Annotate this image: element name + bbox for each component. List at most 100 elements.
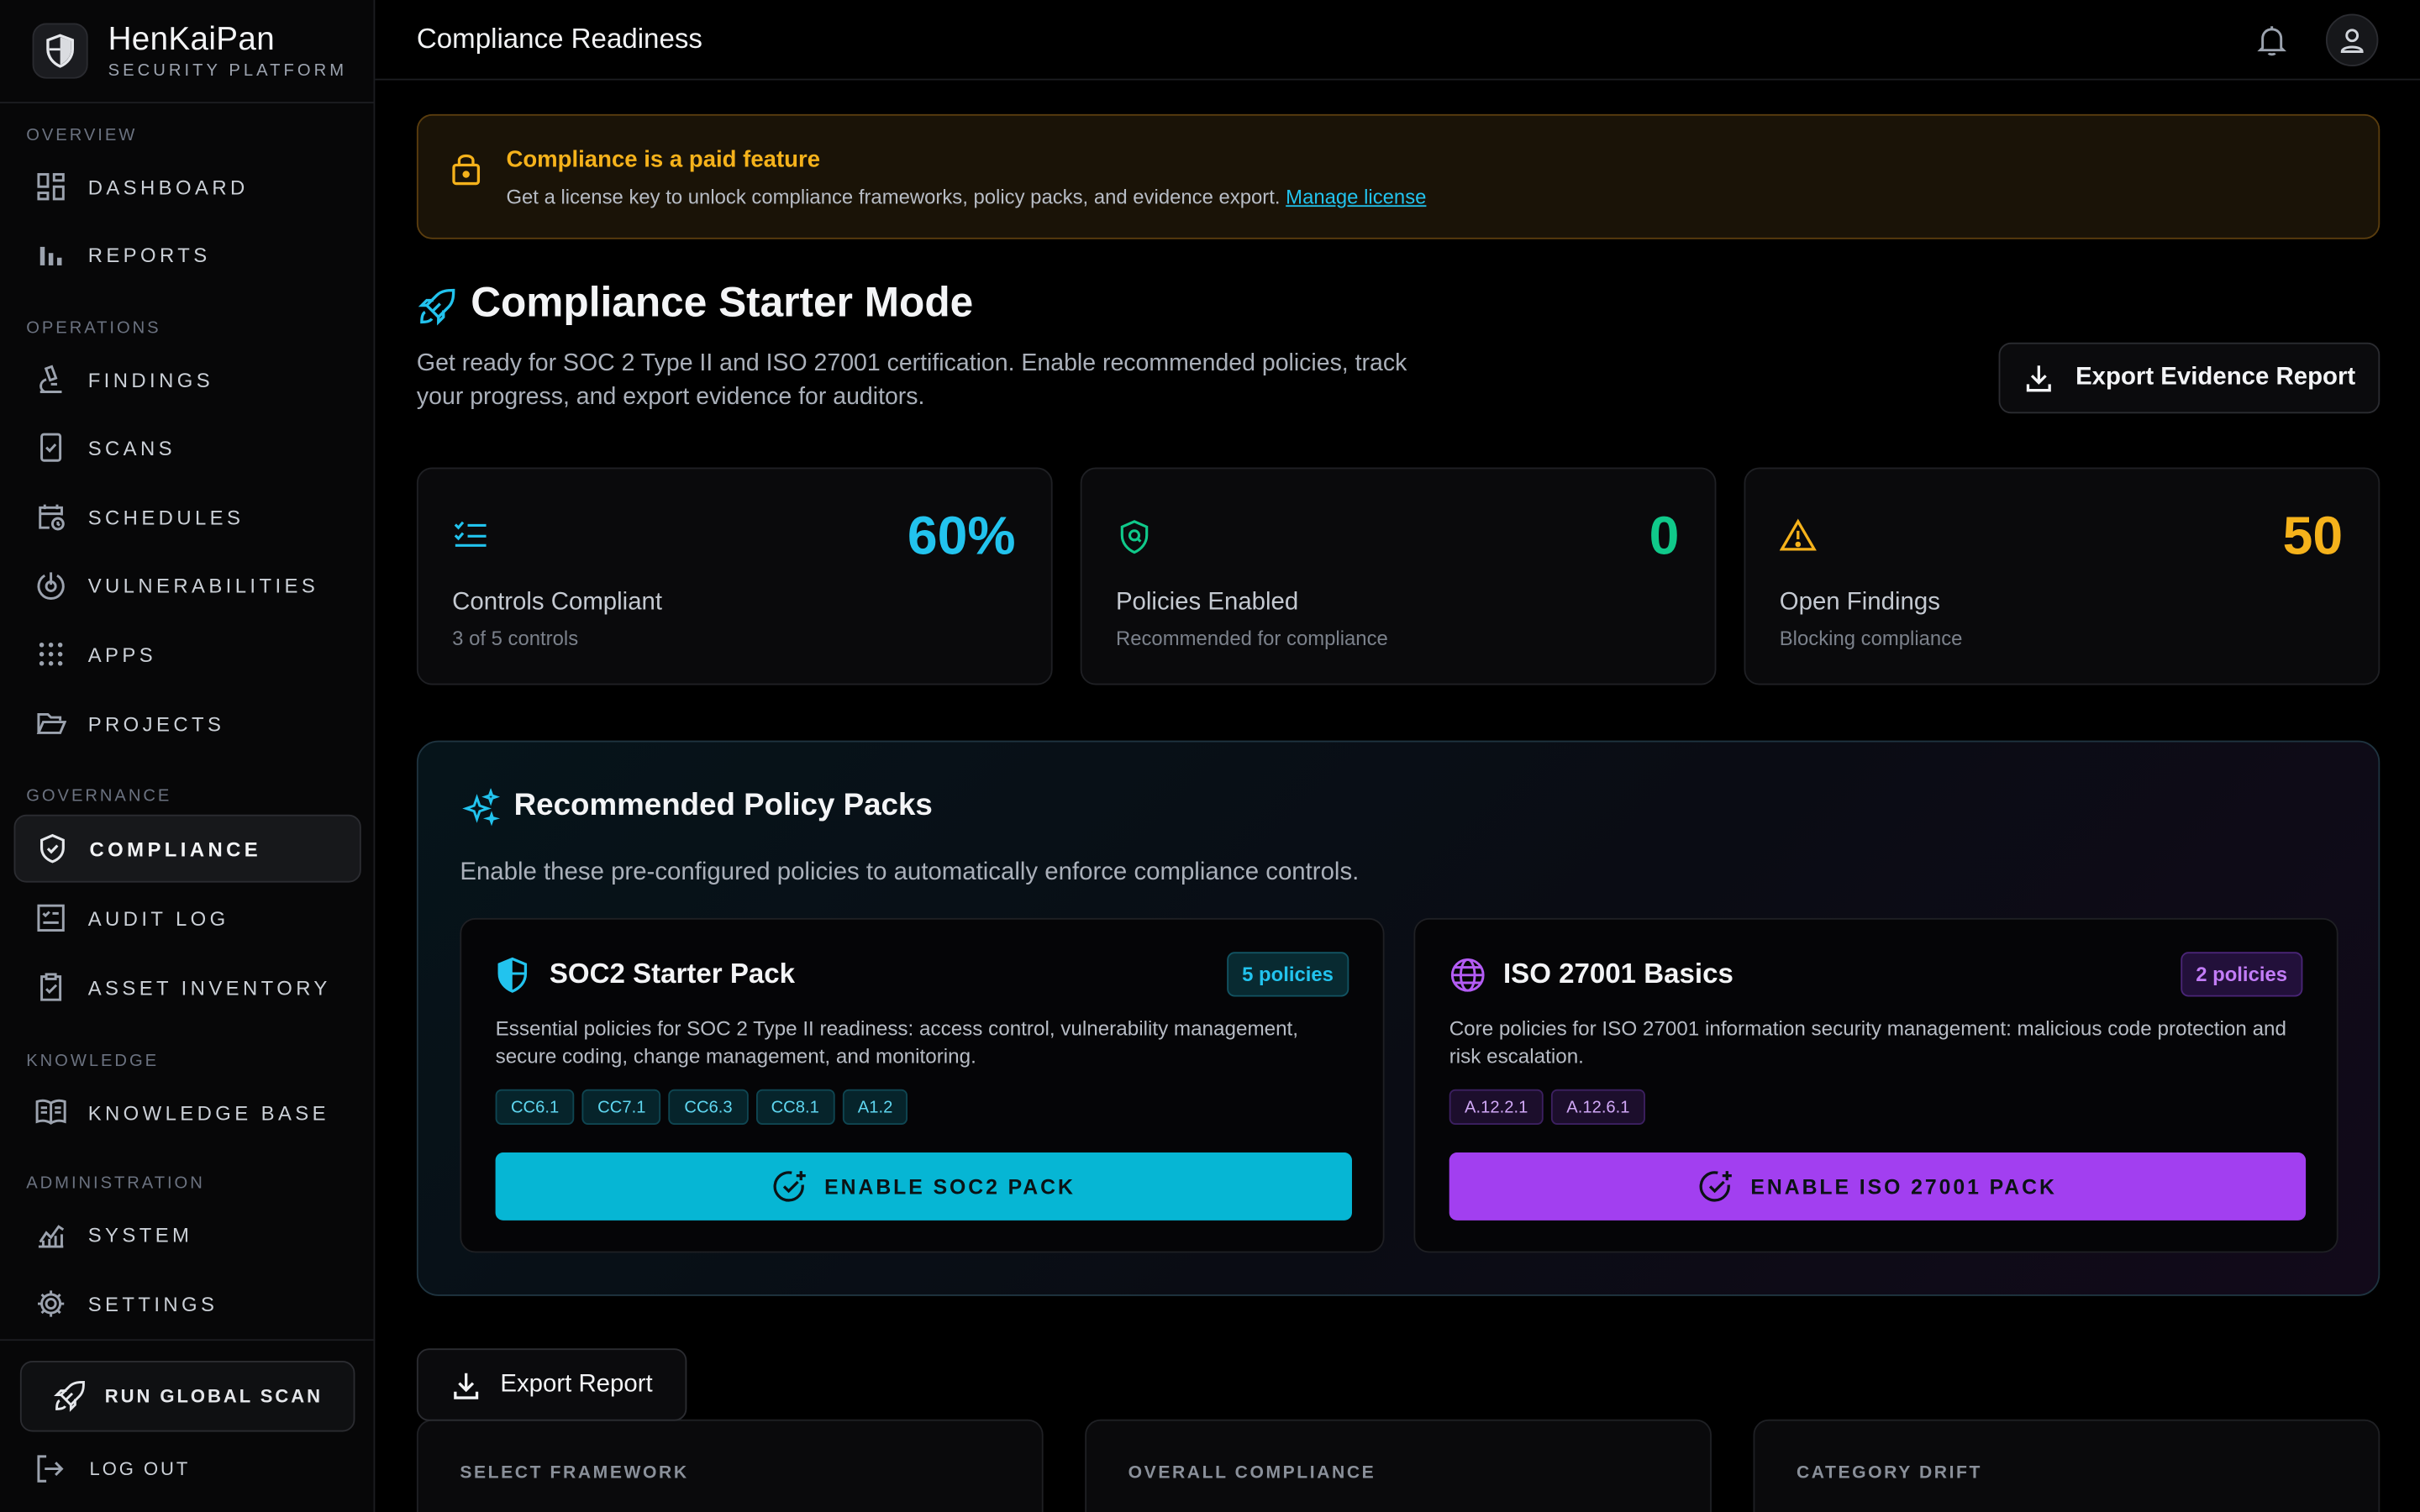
checklist-icon [33, 900, 70, 937]
sidebar-item-scans[interactable]: SCANS [14, 413, 361, 481]
control-tag: CC7.1 [581, 1089, 661, 1125]
sidebar-item-label: PROJECTS [87, 711, 225, 736]
stat-card-policies: 0 Policies Enabled Recommended for compl… [1080, 467, 1717, 685]
nav-section-administration: ADMINISTRATION [26, 1173, 205, 1193]
policy-packs-panel: Recommended Policy Packs Enable these pr… [416, 740, 2381, 1296]
stat-label: Open Findings [1779, 589, 1940, 616]
radar-icon [33, 566, 70, 603]
export-report-button[interactable]: Export Report [416, 1348, 687, 1421]
export-evidence-button[interactable]: Export Evidence Report [1998, 342, 2381, 414]
bar-chart-icon [33, 236, 70, 273]
sidebar-item-schedules[interactable]: SCHEDULES [14, 483, 361, 551]
stat-value: 50 [2282, 506, 2344, 567]
phone-check-icon [33, 429, 70, 466]
sidebar-item-apps[interactable]: APPS [14, 620, 361, 688]
sidebar-item-label: ASSET INVENTORY [87, 975, 331, 1000]
sidebar-item-compliance[interactable]: COMPLIANCE [13, 814, 361, 883]
nav-section-governance: GOVERNANCE [26, 786, 172, 806]
pack-title: SOC2 Starter Pack [549, 958, 796, 990]
run-global-scan-button[interactable]: RUN GLOBAL SCAN [19, 1361, 355, 1432]
globe-icon [1449, 957, 1486, 1001]
pack-description: Essential policies for SOC 2 Type II rea… [495, 1016, 1299, 1068]
card-label: SELECT FRAMEWORK [460, 1464, 689, 1483]
logout-button[interactable]: LOG OUT [34, 1447, 190, 1490]
stat-sub: Blocking compliance [1779, 626, 1963, 650]
stat-sub: 3 of 5 controls [452, 626, 579, 650]
sidebar-item-label: COMPLIANCE [89, 837, 262, 860]
control-tags: A.12.2.1 A.12.6.1 [1449, 1089, 1645, 1125]
card-label: CATEGORY DRIFT [1796, 1464, 1982, 1483]
sidebar-item-knowledge-base[interactable]: KNOWLEDGE BASE [14, 1079, 361, 1147]
sidebar-item-settings[interactable]: SETTINGS [14, 1270, 361, 1338]
brand-name: HenKaiPan [108, 21, 276, 57]
banner-title: Compliance is a paid feature [506, 146, 821, 173]
brand-subtitle: SECURITY PLATFORM [108, 61, 348, 81]
enable-soc2-pack-label: ENABLE SOC2 PACK [824, 1174, 1076, 1199]
sidebar-item-system[interactable]: SYSTEM [14, 1200, 361, 1268]
enable-iso27001-pack-label: ENABLE ISO 27001 PACK [1750, 1174, 2057, 1199]
export-evidence-label: Export Evidence Report [2075, 364, 2356, 391]
policy-count-badge: 2 policies [2180, 952, 2303, 997]
lock-icon [449, 150, 482, 194]
stat-sub: Recommended for compliance [1115, 626, 1388, 650]
sidebar-item-vulnerabilities[interactable]: VULNERABILITIES [14, 551, 361, 619]
export-report-label: Export Report [500, 1370, 653, 1398]
sidebar-divider [0, 1339, 376, 1341]
soc2-pack-card: SOC2 Starter Pack 5 policies Essential p… [460, 917, 1385, 1253]
control-tag: A1.2 [842, 1089, 908, 1125]
sidebar-item-audit-log[interactable]: AUDIT LOG [14, 884, 361, 952]
sidebar-item-reports[interactable]: REPORTS [14, 221, 361, 289]
sidebar-item-projects[interactable]: PROJECTS [14, 690, 361, 758]
starter-description: Get ready for SOC 2 Type II and ISO 2700… [416, 349, 1407, 411]
shield-half-icon [496, 957, 529, 1001]
card-label: OVERALL COMPLIANCE [1128, 1464, 1376, 1483]
download-icon [2026, 365, 2051, 392]
clipboard-check-icon [33, 969, 70, 1005]
sidebar-item-asset-inventory[interactable]: ASSET INVENTORY [14, 953, 361, 1021]
download-icon [454, 1372, 479, 1399]
rocket-icon [53, 1380, 85, 1412]
list-check-icon [452, 518, 489, 557]
logout-icon [37, 1455, 64, 1483]
sidebar-item-label: SCHEDULES [87, 505, 245, 529]
dashboard-icon [33, 168, 70, 205]
bell-icon[interactable] [2254, 22, 2291, 59]
shield-logo-icon [32, 23, 88, 79]
sidebar-item-findings[interactable]: FINDINGS [14, 345, 361, 413]
run-global-scan-label: RUN GLOBAL SCAN [104, 1385, 323, 1408]
app-root: HenKaiPan SECURITY PLATFORM OVERVIEW DAS… [0, 0, 2420, 1512]
check-plus-icon [773, 1171, 807, 1202]
category-drift-card: CATEGORY DRIFT [1753, 1419, 2381, 1512]
policy-count-badge: 5 policies [1226, 952, 1349, 997]
enable-soc2-pack-button[interactable]: ENABLE SOC2 PACK [495, 1152, 1352, 1221]
sparkles-icon [461, 787, 502, 837]
grid-dots-icon [33, 636, 70, 673]
control-tag: A.12.2.1 [1449, 1089, 1544, 1125]
nav-section-knowledge: KNOWLEDGE [26, 1052, 160, 1071]
pack-description: Core policies for ISO 27001 information … [1449, 1016, 2287, 1068]
avatar[interactable] [2325, 13, 2379, 66]
sidebar-item-label: SYSTEM [87, 1222, 193, 1247]
folder-open-icon [33, 705, 70, 742]
license-banner: Compliance is a paid feature Get a licen… [416, 113, 2381, 239]
control-tags: CC6.1 CC7.1 CC6.3 CC8.1 A1.2 [495, 1089, 908, 1125]
manage-license-link[interactable]: Manage license [1286, 185, 1426, 208]
enable-iso27001-pack-button[interactable]: ENABLE ISO 27001 PACK [1449, 1152, 2307, 1221]
packs-description: Enable these pre-configured policies to … [460, 859, 1360, 886]
sidebar-item-dashboard[interactable]: DASHBOARD [14, 153, 361, 221]
shield-search-icon [1116, 518, 1153, 563]
gear-icon [33, 1285, 70, 1322]
sidebar-item-label: REPORTS [87, 243, 211, 266]
select-framework-card: SELECT FRAMEWORK [416, 1419, 1044, 1512]
iso27001-pack-card: ISO 27001 Basics 2 policies Core policie… [1413, 917, 2338, 1253]
stat-card-findings: 50 Open Findings Blocking compliance [1744, 467, 2381, 685]
nav-section-overview: OVERVIEW [26, 126, 138, 145]
sidebar-item-label: SETTINGS [87, 1292, 218, 1315]
brand[interactable]: HenKaiPan SECURITY PLATFORM [0, 0, 374, 104]
stat-value: 60% [907, 506, 1016, 567]
sidebar-item-label: APPS [87, 643, 157, 666]
user-icon [2340, 29, 2364, 54]
sidebar-item-label: SCANS [87, 435, 176, 459]
stat-card-controls: 60% Controls Compliant 3 of 5 controls [416, 467, 1053, 685]
banner-text: Get a license key to unlock compliance f… [506, 185, 1426, 208]
